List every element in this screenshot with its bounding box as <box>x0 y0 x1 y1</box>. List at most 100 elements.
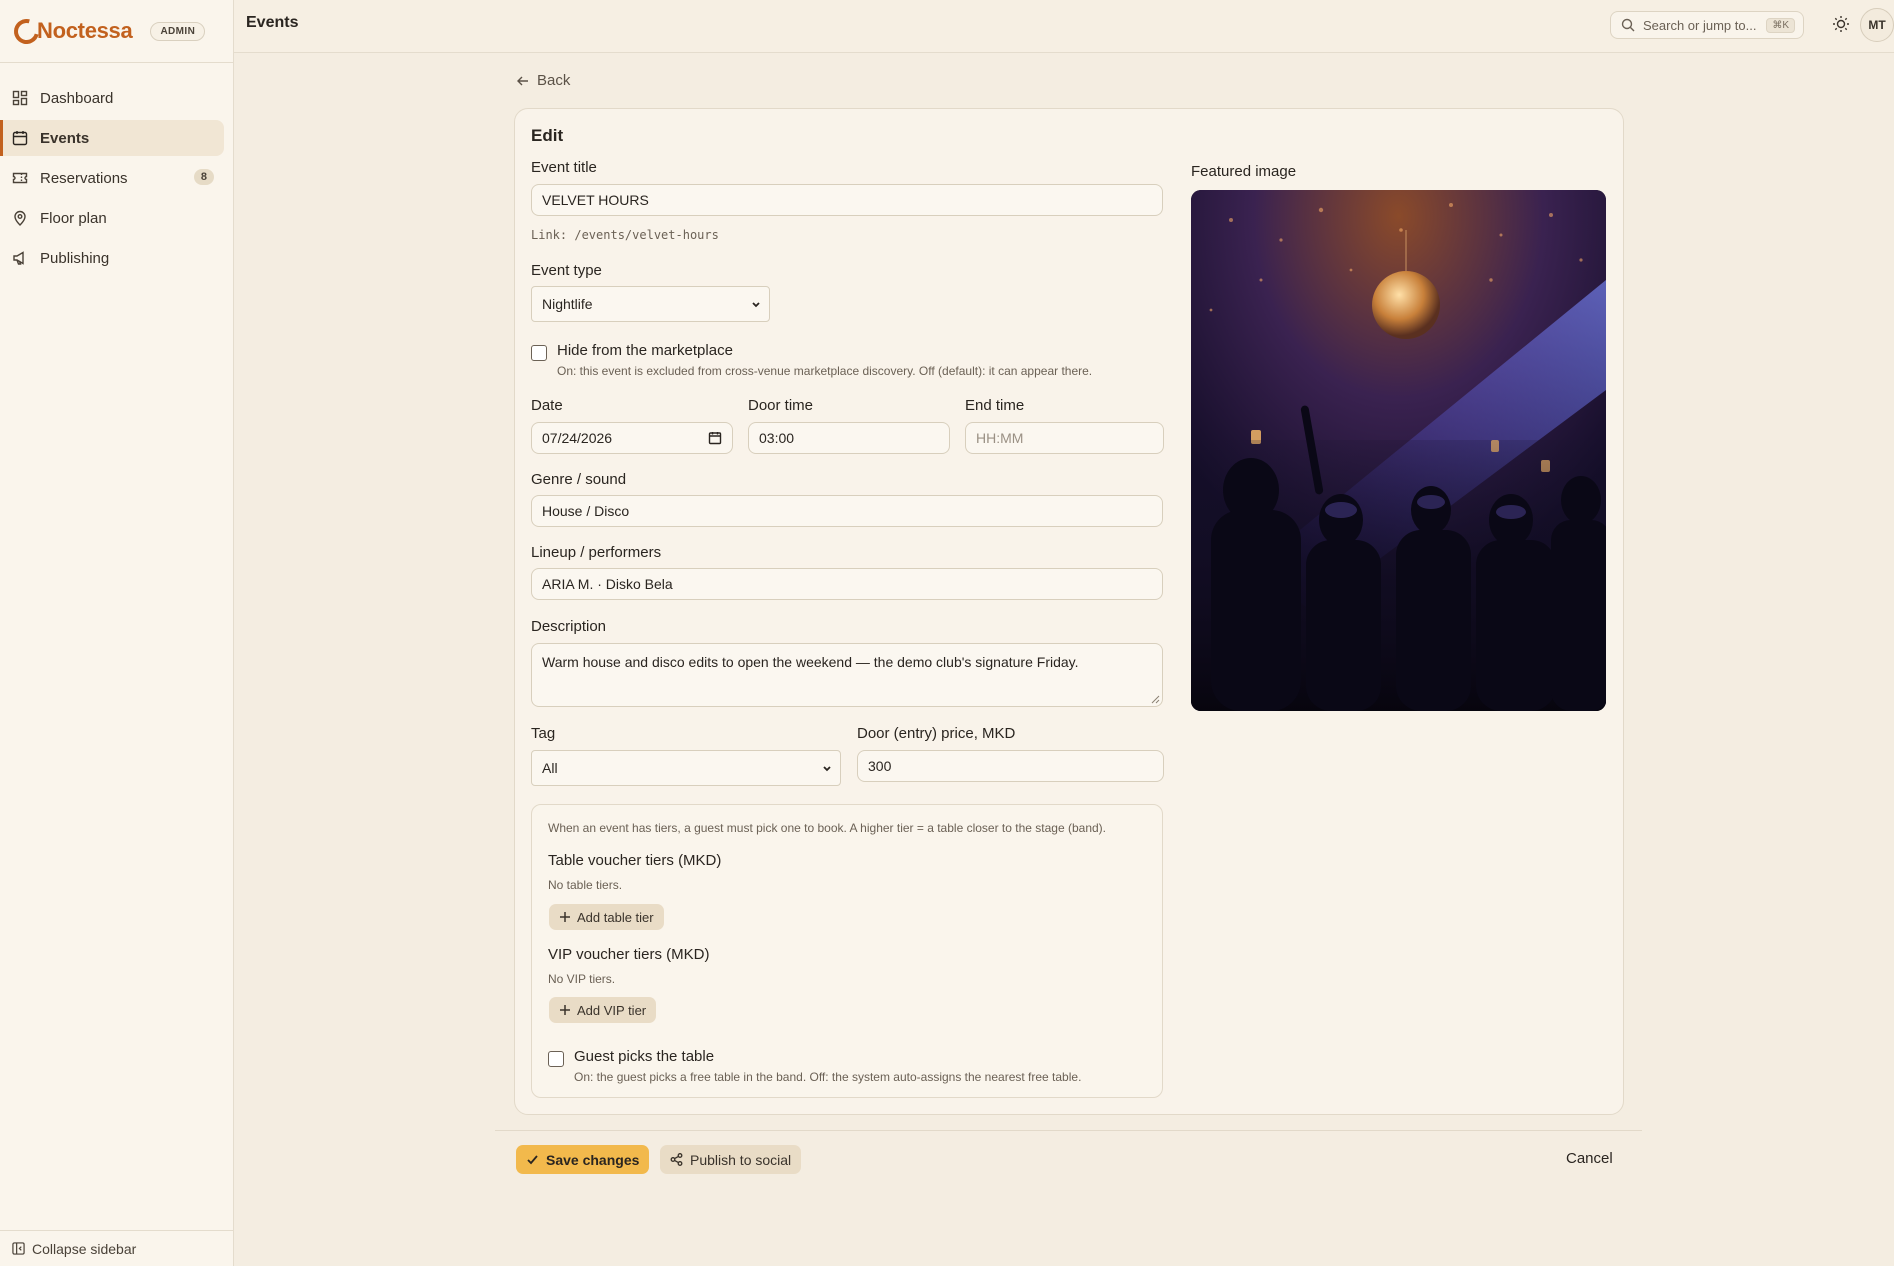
search-shortcut-hint: ⌘K <box>1766 17 1795 33</box>
chevron-down-icon <box>752 302 760 308</box>
tag-label: Tag <box>531 725 556 742</box>
search-icon <box>1621 18 1635 32</box>
lineup-input[interactable]: ARIA M. · Disko Bela <box>531 568 1163 600</box>
event-link: Link: /events/velvet-hours <box>531 228 719 242</box>
disco-club-photo <box>1191 190 1606 711</box>
map-pin-icon <box>14 210 26 226</box>
footer-divider <box>495 1130 1642 1131</box>
hide-marketplace-hint: On: this event is excluded from cross-ve… <box>557 364 1093 378</box>
lineup-label: Lineup / performers <box>531 544 662 561</box>
search-placeholder: Search or jump to... <box>1643 17 1757 33</box>
hide-marketplace-checkbox[interactable] <box>531 345 547 361</box>
sidebar-item-reservations[interactable]: Reservations 8 <box>0 160 224 196</box>
publish-to-social-label: Publish to social <box>690 1151 792 1168</box>
vip-tiers-title: VIP voucher tiers (MKD) <box>548 946 710 963</box>
event-title-value: VELVET HOURS <box>542 192 649 208</box>
add-vip-tier-button[interactable]: Add VIP tier <box>549 997 657 1023</box>
sidebar-item-events[interactable]: Events <box>0 120 224 156</box>
save-changes-button[interactable]: Save changes <box>516 1145 650 1174</box>
guest-picks-table-label: Guest picks the table <box>574 1048 715 1065</box>
grid-icon <box>12 90 28 106</box>
event-type-value: Nightlife <box>542 296 593 312</box>
description-label: Description <box>531 618 607 635</box>
event-type-label: Event type <box>531 262 602 279</box>
genre-input[interactable]: House / Disco <box>531 495 1163 527</box>
edit-event-card: Edit Event title VELVET HOURS Link: /eve… <box>514 108 1624 1115</box>
event-title-input[interactable]: VELVET HOURS <box>531 184 1163 216</box>
share-icon <box>670 1153 683 1166</box>
voucher-tiers-panel: When an event has tiers, a guest must pi… <box>531 804 1163 1098</box>
guest-picks-table-checkbox[interactable] <box>548 1051 564 1067</box>
date-input[interactable]: 07/24/2026 <box>531 422 733 454</box>
arrow-left-icon <box>517 76 528 85</box>
date-value: 07/24/2026 <box>542 430 613 446</box>
sidebar-item-label: Publishing <box>40 249 110 267</box>
guest-picks-table-hint: On: the guest picks a free table in the … <box>574 1070 1082 1084</box>
end-time-placeholder: HH:MM <box>976 430 1024 446</box>
collapse-sidebar-button[interactable]: Collapse sidebar <box>0 1230 234 1266</box>
resize-grip-icon[interactable] <box>1151 695 1160 704</box>
price-label: Door (entry) price, MKD <box>857 725 1016 742</box>
check-icon <box>527 1155 538 1165</box>
description-textarea[interactable]: Warm house and disco edits to open the w… <box>531 643 1163 707</box>
cancel-button[interactable]: Cancel <box>1566 1150 1613 1167</box>
lineup-value: ARIA M. · Disko Bela <box>542 576 673 592</box>
sidebar: Noctessa ADMIN Dashboard Events Reservat… <box>0 0 234 1266</box>
description-value: Warm house and disco edits to open the w… <box>542 654 1079 670</box>
calendar-icon <box>12 131 28 146</box>
megaphone-icon <box>13 251 24 265</box>
avatar[interactable]: MT <box>1860 8 1894 42</box>
sidebar-item-label: Dashboard <box>40 89 114 107</box>
featured-image-label: Featured image <box>1191 163 1297 180</box>
door-time-input[interactable]: 03:00 <box>748 422 950 454</box>
save-changes-label: Save changes <box>546 1151 640 1168</box>
end-time-input[interactable]: HH:MM <box>965 422 1164 454</box>
tag-value: All <box>542 760 558 776</box>
publish-to-social-button[interactable]: Publish to social <box>660 1145 802 1174</box>
back-label: Back <box>537 72 571 89</box>
door-time-value: 03:00 <box>759 430 795 446</box>
collapse-sidebar-label: Collapse sidebar <box>32 1240 137 1257</box>
brand-name: Noctessa <box>37 18 133 43</box>
sidebar-item-label: Floor plan <box>40 209 107 227</box>
event-title-label: Event title <box>531 159 597 176</box>
sidebar-item-publishing[interactable]: Publishing <box>0 240 224 276</box>
plus-icon <box>560 1005 570 1015</box>
ticket-icon <box>12 172 28 184</box>
add-table-tier-label: Add table tier <box>577 909 654 925</box>
card-title: Edit <box>531 126 564 145</box>
sidebar-collapse-icon <box>12 1242 25 1255</box>
door-price-value: 300 <box>868 758 892 774</box>
end-time-label: End time <box>965 397 1025 414</box>
sun-icon[interactable] <box>1831 14 1851 34</box>
sidebar-item-dashboard[interactable]: Dashboard <box>0 80 224 116</box>
search-input[interactable]: Search or jump to... ⌘K <box>1610 11 1804 39</box>
featured-image[interactable] <box>1191 190 1606 711</box>
page-title: Events <box>246 14 299 31</box>
add-vip-tier-label: Add VIP tier <box>577 1002 647 1018</box>
sidebar-item-label: Reservations <box>40 169 128 187</box>
hide-marketplace-label: Hide from the marketplace <box>557 342 733 359</box>
chevron-down-icon <box>823 766 831 772</box>
sidebar-nav: Dashboard Events Reservations 8 Floor pl… <box>0 63 233 276</box>
brand-logo[interactable]: Noctessa <box>9 13 133 49</box>
table-tiers-empty: No table tiers. <box>548 878 623 892</box>
event-type-select[interactable]: Nightlife <box>531 286 770 322</box>
date-label: Date <box>531 397 563 414</box>
tiers-intro: When an event has tiers, a guest must pi… <box>548 821 1106 835</box>
plus-icon <box>560 912 570 922</box>
door-time-label: Door time <box>748 397 814 414</box>
genre-value: House / Disco <box>542 503 630 519</box>
topbar: Events Search or jump to... ⌘K MT <box>234 0 1894 53</box>
admin-badge: ADMIN <box>150 21 206 41</box>
reservations-count-badge: 8 <box>193 169 214 185</box>
add-table-tier-button[interactable]: Add table tier <box>549 904 664 930</box>
back-link[interactable]: Back <box>516 72 570 89</box>
door-price-input[interactable]: 300 <box>857 750 1164 782</box>
calendar-picker-icon[interactable] <box>708 431 722 445</box>
genre-label: Genre / sound <box>531 471 627 488</box>
vip-tiers-empty: No VIP tiers. <box>548 972 616 986</box>
brand-header: Noctessa ADMIN <box>0 0 233 63</box>
sidebar-item-floor-plan[interactable]: Floor plan <box>0 200 224 236</box>
tag-select[interactable]: All <box>531 750 841 786</box>
